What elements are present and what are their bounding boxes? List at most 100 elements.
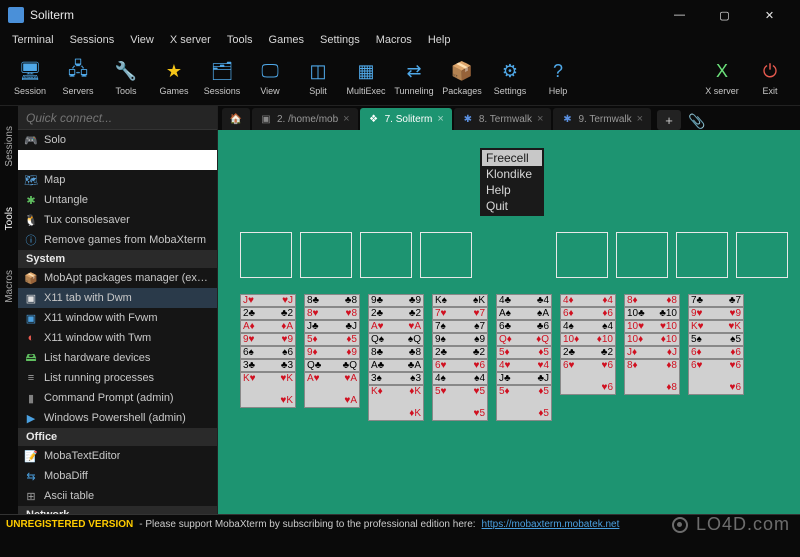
sidebar-item[interactable]: 🖴List hardware devices xyxy=(18,348,217,368)
toolbar-view-button[interactable]: 🖵View xyxy=(246,52,294,104)
card[interactable]: A♠♠A xyxy=(496,307,552,320)
column-8[interactable]: 7♣♣79♥♥9K♥♥K5♠♠56♦♦66♥♥6♥6 xyxy=(688,294,744,421)
close-icon[interactable]: × xyxy=(637,113,643,125)
menu-macros[interactable]: Macros xyxy=(368,32,420,48)
card[interactable]: 4♥♥4 xyxy=(496,359,552,372)
toolbar-help-button[interactable]: ?Help xyxy=(534,52,582,104)
card[interactable]: 8♣♣8 xyxy=(368,346,424,359)
card[interactable]: 5♦♦5 xyxy=(496,346,552,359)
card[interactable]: K♥♥K♥K xyxy=(240,372,296,408)
sidebar-item[interactable]: 🐧Tux consolesaver xyxy=(18,210,217,230)
left-tab-sessions[interactable]: Sessions xyxy=(4,126,15,167)
card[interactable]: 10♥♥10 xyxy=(624,320,680,333)
column-3[interactable]: 9♣♣92♣♣2A♥♥AQ♠♠Q8♣♣8A♣♣A3♠♠3K♦♦K♦K xyxy=(368,294,424,421)
tab[interactable]: 🏠 xyxy=(222,108,250,130)
card[interactable]: 9♣♣9 xyxy=(368,294,424,307)
card[interactable]: A♣♣A xyxy=(368,359,424,372)
card[interactable]: A♥♥A♥A xyxy=(304,372,360,408)
freecell-1[interactable] xyxy=(240,232,292,278)
card[interactable]: 9♥♥9 xyxy=(688,307,744,320)
card[interactable]: 10♦♦10 xyxy=(624,333,680,346)
card[interactable]: J♥♥J xyxy=(240,294,296,307)
card[interactable]: K♥♥K xyxy=(688,320,744,333)
game-menu-freecell[interactable]: Freecell xyxy=(482,150,542,166)
card[interactable]: Q♣♣Q xyxy=(304,359,360,372)
sidebar-item[interactable]: 📝MobaTextEditor xyxy=(18,446,217,466)
toolbar-x-server-button[interactable]: XX server xyxy=(698,52,746,104)
left-tab-macros[interactable]: Macros xyxy=(4,270,15,303)
card[interactable]: 5♦♦5 xyxy=(304,333,360,346)
close-icon[interactable]: × xyxy=(537,113,543,125)
card[interactable]: 9♠♠9 xyxy=(432,333,488,346)
card[interactable]: 6♥♥6 xyxy=(432,359,488,372)
attach-icon[interactable]: 📎 xyxy=(687,113,707,130)
card[interactable]: 4♠♠4 xyxy=(432,372,488,385)
maximize-button[interactable]: ▢ xyxy=(702,0,747,30)
card[interactable]: 6♦♦6 xyxy=(688,346,744,359)
card[interactable]: A♥♥A xyxy=(368,320,424,333)
minimize-button[interactable]: — xyxy=(657,0,702,30)
card[interactable]: 6♠♠6 xyxy=(240,346,296,359)
card[interactable]: 4♦♦4 xyxy=(560,294,616,307)
card[interactable]: 3♠♠3 xyxy=(368,372,424,385)
menu-x-server[interactable]: X server xyxy=(162,32,219,48)
card[interactable]: 10♦♦10 xyxy=(560,333,616,346)
toolbar-sessions-button[interactable]: 🗂Sessions xyxy=(198,52,246,104)
freecell-4[interactable] xyxy=(420,232,472,278)
column-5[interactable]: 4♣♣4A♠♠A6♣♣6Q♦♦Q5♦♦54♥♥4J♣♣J5♦♦5♦5 xyxy=(496,294,552,421)
card[interactable]: K♦♦K♦K xyxy=(368,385,424,421)
menu-help[interactable]: Help xyxy=(420,32,459,48)
tab[interactable]: ✱8. Termwalk× xyxy=(454,108,552,130)
sidebar-item[interactable]: ⊞Ascii table xyxy=(18,486,217,506)
card[interactable]: 6♣♣6 xyxy=(496,320,552,333)
card[interactable]: 2♣♣2 xyxy=(560,346,616,359)
card[interactable]: 7♠♠7 xyxy=(432,320,488,333)
sidebar-item[interactable]: ⇆MobaDiff xyxy=(18,466,217,486)
sidebar-item[interactable]: ▣X11 window with Fvwm xyxy=(18,308,217,328)
tab[interactable]: ▣2. /home/mob× xyxy=(252,108,358,130)
sidebar-item[interactable]: ✱Untangle xyxy=(18,190,217,210)
toolbar-multiexec-button[interactable]: ▦MultiExec xyxy=(342,52,390,104)
card[interactable]: 6♦♦6 xyxy=(560,307,616,320)
card[interactable]: J♦♦J xyxy=(624,346,680,359)
foundation-2[interactable] xyxy=(616,232,668,278)
card[interactable]: 4♠♠4 xyxy=(560,320,616,333)
sidebar-item[interactable]: ▮Command Prompt (admin) xyxy=(18,388,217,408)
card[interactable]: Q♠♠Q xyxy=(368,333,424,346)
card[interactable]: 8♦♦8 xyxy=(624,294,680,307)
close-icon[interactable]: × xyxy=(437,113,443,125)
card[interactable]: 2♣♣2 xyxy=(368,307,424,320)
toolbar-games-button[interactable]: ★Games xyxy=(150,52,198,104)
card[interactable]: 9♦♦9 xyxy=(304,346,360,359)
menu-tools[interactable]: Tools xyxy=(219,32,261,48)
card[interactable]: J♣♣J xyxy=(304,320,360,333)
toolbar-tunneling-button[interactable]: ⇄Tunneling xyxy=(390,52,438,104)
card[interactable]: 5♠♠5 xyxy=(688,333,744,346)
toolbar-servers-button[interactable]: 🖧Servers xyxy=(54,52,102,104)
card[interactable]: J♣♣J xyxy=(496,372,552,385)
left-tab-tools[interactable]: Tools xyxy=(4,207,15,230)
sidebar-item[interactable]: 🗺Map xyxy=(18,170,217,190)
sidebar-item[interactable]: 📦MobApt packages manager (experim xyxy=(18,268,217,288)
menu-games[interactable]: Games xyxy=(261,32,312,48)
card[interactable]: 7♣♣7 xyxy=(688,294,744,307)
toolbar-settings-button[interactable]: ⚙Settings xyxy=(486,52,534,104)
column-2[interactable]: 8♣♣88♥♥8J♣♣J5♦♦59♦♦9Q♣♣QA♥♥A♥A xyxy=(304,294,360,421)
card[interactable]: 8♥♥8 xyxy=(304,307,360,320)
game-menu-quit[interactable]: Quit xyxy=(482,198,542,214)
card[interactable]: 9♥♥9 xyxy=(240,333,296,346)
tab[interactable]: ✱9. Termwalk× xyxy=(553,108,651,130)
toolbar-exit-button[interactable]: ⏻Exit xyxy=(746,52,794,104)
menu-settings[interactable]: Settings xyxy=(312,32,368,48)
toolbar-session-button[interactable]: 🖥Session xyxy=(6,52,54,104)
column-4[interactable]: K♠♠K7♥♥77♠♠79♠♠92♣♣26♥♥64♠♠45♥♥5♥5 xyxy=(432,294,488,421)
column-7[interactable]: 8♦♦810♣♣1010♥♥1010♦♦10J♦♦J8♦♦8♦8 xyxy=(624,294,680,421)
freecell-3[interactable] xyxy=(360,232,412,278)
foundation-3[interactable] xyxy=(676,232,728,278)
close-icon[interactable]: × xyxy=(343,113,349,125)
card[interactable]: 10♣♣10 xyxy=(624,307,680,320)
card[interactable]: 8♦♦8♦8 xyxy=(624,359,680,395)
sidebar-item[interactable]: ▣X11 tab with Dwm xyxy=(18,288,217,308)
foundation-4[interactable] xyxy=(736,232,788,278)
sidebar[interactable]: 🎮Solo🗺Map✱Untangle🐧Tux consolesaverⓘRemo… xyxy=(18,106,218,514)
